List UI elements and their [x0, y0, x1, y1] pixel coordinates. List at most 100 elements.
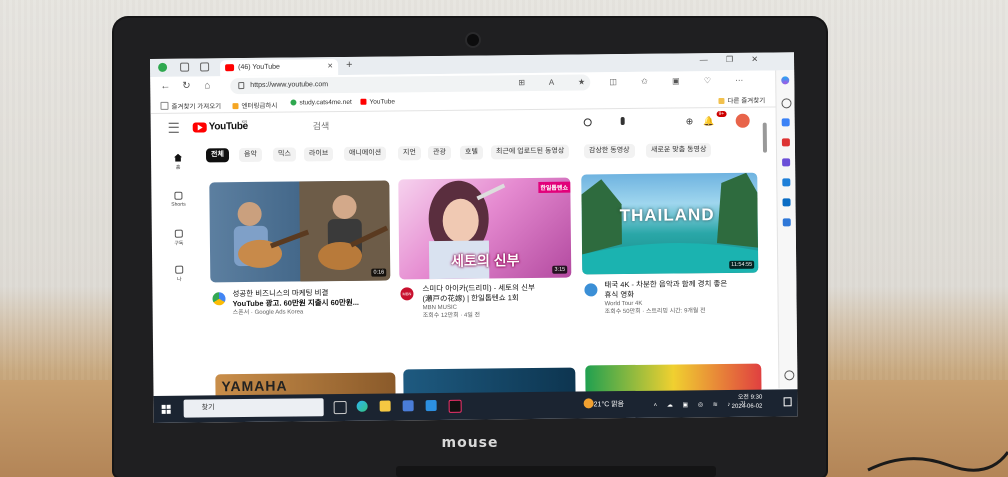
nav-subscriptions[interactable]: 구독 [164, 229, 194, 247]
tab-actions-icon[interactable] [200, 62, 210, 72]
edge-sidebar [775, 70, 798, 389]
chip-music[interactable]: 음악 [238, 147, 262, 163]
search-placeholder: 검색 [312, 121, 330, 132]
microphone-icon[interactable] [620, 117, 625, 126]
thumbnail-overlay-text: YAMAHA [221, 377, 288, 395]
shorts-icon [174, 191, 183, 200]
chip-recent-uploads[interactable]: 최근에 업로드된 동영상 [490, 144, 570, 160]
video-meta: 조회수 50만회 · 스트리밍 시간: 9개월 전 [604, 308, 706, 316]
bookmark-label: 엔터링급하시 [241, 102, 278, 111]
other-favorites[interactable]: 다른 즐겨찾기 [718, 95, 765, 105]
clock[interactable]: 오전 9:30 2024-06-02 [732, 394, 763, 412]
edge-icon[interactable] [356, 400, 368, 412]
task-view-icon[interactable] [333, 400, 347, 415]
refresh-icon[interactable]: ↻ [182, 81, 191, 92]
nav-label: Shorts [171, 201, 186, 208]
video-thumbnail[interactable]: 한일톱텐쇼 세토의 신부 3:15 [398, 177, 572, 280]
bookmark-youtube[interactable]: YouTube [360, 98, 396, 106]
chip-5[interactable]: 지언 [397, 146, 421, 161]
nav-label: 나 [176, 276, 182, 283]
search-input[interactable]: 검색 [291, 114, 581, 135]
tiktok-icon[interactable] [448, 399, 462, 413]
chip-hotel[interactable]: 호텔 [459, 145, 483, 160]
workspaces-icon[interactable] [180, 62, 190, 72]
weather-icon[interactable] [583, 398, 594, 409]
video-channel[interactable]: 스폰서 · Google Ads Korea [233, 307, 393, 317]
avatar[interactable] [735, 113, 750, 128]
chip-new-for-you[interactable]: 새로운 맞춤 동영상 [645, 143, 712, 158]
window-controls[interactable]: — ❐ ✕ [700, 55, 766, 65]
video-duration: 3:15 [552, 265, 568, 274]
tools-icon[interactable] [781, 138, 790, 147]
chip-all[interactable]: 전체 [205, 148, 229, 163]
mail-icon[interactable] [425, 400, 437, 412]
laptop-brand: mouse [441, 435, 499, 451]
new-tab-button[interactable]: + [346, 59, 353, 71]
clock-date: 2024-06-02 [731, 403, 763, 410]
bookmark-import[interactable]: 즐겨찾기 가져오기 [160, 100, 221, 111]
home-icon [174, 154, 182, 162]
library-icon [175, 265, 184, 274]
office-icon[interactable] [782, 178, 791, 187]
browser-toolbar-icons[interactable]: ⊞ A ★ ◫ ✩ ▣ ♡ ⋯ [518, 76, 754, 87]
file-explorer-icon[interactable] [379, 400, 391, 412]
tab-title: (46) YouTube [238, 63, 280, 72]
nav-you[interactable]: 나 [164, 265, 194, 283]
back-icon[interactable]: ← [160, 81, 170, 92]
subscriptions-icon [174, 229, 183, 238]
laptop-screen: (46) YouTube ✕ + — ❐ ✕ ← ↻ ⌂ https://www… [150, 52, 798, 423]
bookmark-2[interactable]: 엔터링급하시 [232, 100, 277, 110]
taskbar-search[interactable]: 찾기 [183, 398, 324, 418]
home-icon[interactable]: ⌂ [204, 80, 210, 91]
menu-icon[interactable] [168, 122, 179, 133]
nav-shorts[interactable]: Shorts [163, 191, 193, 208]
google-ads-icon[interactable] [212, 292, 226, 306]
profile-icon[interactable] [158, 62, 168, 72]
settings-icon[interactable] [784, 370, 795, 381]
search-icon[interactable] [583, 118, 592, 127]
bookmark-label: 즐겨찾기 가져오기 [171, 103, 222, 111]
chip-mix[interactable]: 믹스 [272, 147, 296, 162]
video-meta: 조회수 12만회 · 4일 전 [422, 312, 481, 320]
bookmark-label: YouTube [369, 98, 396, 106]
chip-tourism[interactable]: 관광 [427, 145, 451, 161]
bookmark-study[interactable]: study.cats4me.net [290, 98, 352, 107]
chip-watched[interactable]: 감상한 동영상 [583, 143, 635, 159]
thumbnail-overlay-text: THAILAND [619, 205, 715, 226]
weather-text[interactable]: 21°C 맑음 [594, 399, 625, 409]
outlook-icon[interactable] [782, 198, 791, 207]
country-code: KR [241, 118, 248, 125]
clock-time: 오전 9:30 [737, 394, 763, 401]
video-info: 스미다 아이카(드리미) - 세토의 신부 (瀬戸の花嫁) | 한일톱텐쇼 1회… [422, 283, 574, 321]
collections-icon[interactable] [781, 118, 790, 127]
video-duration: 0:16 [371, 268, 387, 277]
world-tour-channel-avatar[interactable] [584, 283, 598, 297]
create-and-notification-icons[interactable]: ⊕ 🔔 [686, 116, 715, 127]
lock-icon [238, 82, 245, 90]
scrollbar[interactable] [762, 122, 768, 153]
bookmark-label: 다른 즐겨찾기 [727, 97, 766, 105]
video-thumbnail[interactable]: 0:16 [209, 180, 391, 283]
windows-start-icon[interactable] [161, 404, 171, 414]
notification-icon[interactable] [783, 397, 792, 407]
bookmark-label: study.cats4me.net [299, 98, 352, 107]
youtube-logo-icon[interactable] [192, 122, 207, 133]
url-text: https://www.youtube.com [250, 81, 329, 89]
telegram-icon[interactable] [782, 218, 791, 227]
search-icon[interactable] [781, 98, 792, 109]
webcam [467, 34, 479, 46]
mbn-channel-avatar[interactable]: MBN [400, 287, 414, 301]
games-icon[interactable] [782, 158, 791, 167]
store-icon[interactable] [402, 400, 414, 412]
copilot-icon[interactable] [781, 76, 790, 85]
tab-youtube[interactable]: (46) YouTube ✕ [220, 59, 339, 77]
guitar-players-image [233, 180, 391, 282]
hinge [396, 466, 716, 477]
nav-home[interactable]: 홈 [163, 154, 193, 171]
cable [867, 451, 1008, 472]
video-thumbnail[interactable]: THAILAND 11:54:55 [581, 172, 759, 275]
tab-close-icon[interactable]: ✕ [327, 59, 333, 75]
thumbnail-overlay-text: 세토의 신부 [451, 252, 520, 269]
chip-animation[interactable]: 애니메이션 [343, 146, 387, 161]
chip-live[interactable]: 라이브 [303, 147, 334, 162]
